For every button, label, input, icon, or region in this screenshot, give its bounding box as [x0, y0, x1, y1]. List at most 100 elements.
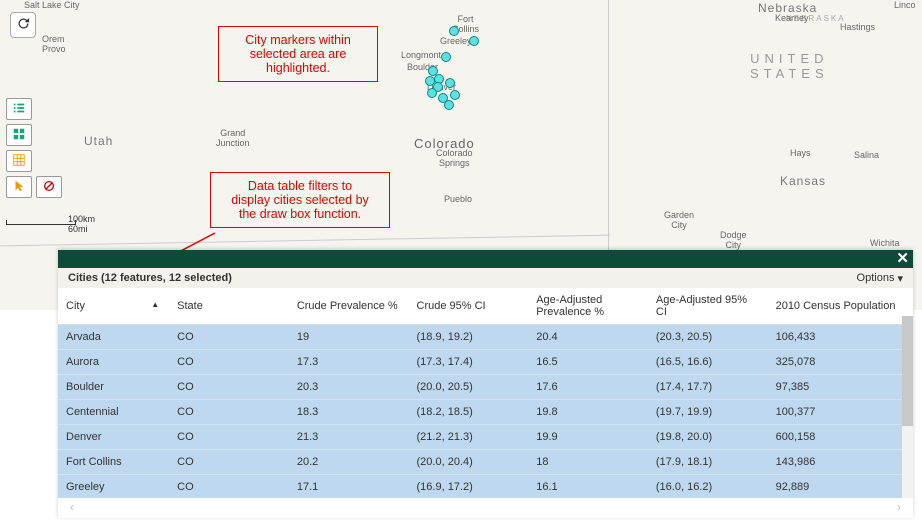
label-pueblo: Pueblo — [444, 194, 472, 204]
close-button[interactable]: ✕ — [896, 250, 909, 268]
label-dodgecity: DodgeCity — [720, 230, 747, 250]
cell-pop: 325,078 — [768, 350, 913, 375]
cell-crude: 21.3 — [289, 425, 409, 450]
cell-adjci: (19.7, 19.9) — [648, 400, 768, 425]
cell-pop: 97,385 — [768, 375, 913, 400]
cell-adj: 16.5 — [528, 350, 648, 375]
table-icon — [12, 153, 26, 170]
callout-markers: City markers within selected area are hi… — [218, 26, 378, 82]
cell-adjci: (16.0, 16.2) — [648, 475, 768, 499]
panel-title: Cities (12 features, 12 selected) — [68, 272, 232, 284]
cell-adjci: (20.3, 20.5) — [648, 325, 768, 350]
cell-adjci: (17.9, 18.1) — [648, 450, 768, 475]
header-crude-label: Crude Prevalence % — [297, 300, 398, 312]
label-gardencity: GardenCity — [664, 210, 694, 230]
cell-city: Arvada — [58, 325, 169, 350]
table-wrapper: City▲ State Crude Prevalence % Crude 95%… — [58, 288, 913, 498]
marker-other2[interactable] — [444, 100, 454, 110]
label-orem: Orem — [42, 34, 65, 44]
label-hastings: Hastings — [840, 22, 875, 32]
marker-aurora[interactable] — [445, 78, 455, 88]
options-menu[interactable]: Options ▾ — [857, 272, 903, 285]
col-header-adjci[interactable]: Age-Adjusted 95% CI — [648, 288, 768, 325]
app-root: Utah Colorado Nebraska Kansas UNITED STA… — [0, 0, 922, 526]
table-row[interactable]: DenverCO21.3(21.2, 21.3)19.9(19.8, 20.0)… — [58, 425, 913, 450]
scroll-left-icon[interactable]: ‹ — [70, 500, 74, 514]
scale-bar: 100km 60mi — [6, 218, 76, 246]
label-saltlake: Salt Lake City — [24, 0, 80, 10]
cell-adjci: (19.8, 20.0) — [648, 425, 768, 450]
label-lincoln: Linco — [894, 0, 916, 10]
cell-crudeci: (20.0, 20.4) — [409, 450, 529, 475]
callout-table: Data table filters to display cities sel… — [210, 172, 390, 228]
scroll-right-icon[interactable]: › — [897, 500, 901, 514]
header-crudeci-label: Crude 95% CI — [417, 300, 486, 312]
grid-button[interactable] — [6, 124, 32, 146]
table-row[interactable]: Fort CollinsCO20.2(20.0, 20.4)18(17.9, 1… — [58, 450, 913, 475]
refresh-button[interactable] — [10, 12, 36, 38]
cell-city: Centennial — [58, 400, 169, 425]
cell-state: CO — [169, 400, 289, 425]
header-adjci-label: Age-Adjusted 95% CI — [656, 294, 747, 318]
scale-km: 100km — [68, 214, 95, 224]
cell-pop: 92,889 — [768, 475, 913, 499]
options-label: Options — [857, 272, 895, 284]
table-row[interactable]: BoulderCO20.3(20.0, 20.5)17.6(17.4, 17.7… — [58, 375, 913, 400]
label-longmont: Longmont — [401, 50, 441, 60]
header-adj-label: Age-Adjusted Prevalence % — [536, 294, 604, 318]
vertical-scrollbar[interactable] — [902, 316, 913, 498]
label-utah: Utah — [84, 134, 113, 148]
cell-crude: 20.2 — [289, 450, 409, 475]
col-header-city[interactable]: City▲ — [58, 288, 169, 325]
header-state-label: State — [177, 300, 203, 312]
cell-city: Greeley — [58, 475, 169, 499]
label-kansas: Kansas — [780, 174, 826, 188]
legend-button[interactable] — [6, 98, 32, 120]
data-table: City▲ State Crude Prevalence % Crude 95%… — [58, 288, 913, 498]
col-header-crude[interactable]: Crude Prevalence % — [289, 288, 409, 325]
cell-crudeci: (16.9, 17.2) — [409, 475, 529, 499]
select-button[interactable] — [6, 176, 32, 198]
marker-other1[interactable] — [450, 90, 460, 100]
cell-crude: 18.3 — [289, 400, 409, 425]
col-header-state[interactable]: State — [169, 288, 289, 325]
cell-pop: 600,158 — [768, 425, 913, 450]
table-button[interactable] — [6, 150, 32, 172]
cell-adj: 17.6 — [528, 375, 648, 400]
header-city-label: City — [66, 300, 85, 312]
col-header-pop[interactable]: 2010 Census Population — [768, 288, 913, 325]
scrollbar-thumb[interactable] — [902, 316, 913, 426]
marker-longmont[interactable] — [441, 52, 451, 62]
road — [0, 235, 610, 247]
cell-adj: 16.1 — [528, 475, 648, 499]
close-icon: ✕ — [896, 250, 909, 267]
marker-greeley[interactable] — [469, 36, 479, 46]
col-header-crudeci[interactable]: Crude 95% CI — [409, 288, 529, 325]
label-provo: Provo — [42, 44, 66, 54]
clear-selection-button[interactable] — [36, 176, 62, 198]
horizontal-scrollbar[interactable]: ‹ › — [58, 498, 913, 516]
data-panel: ✕ Cities (12 features, 12 selected) Opti… — [58, 250, 913, 518]
table-row[interactable]: ArvadaCO19(18.9, 19.2)20.4(20.3, 20.5)10… — [58, 325, 913, 350]
table-row[interactable]: GreeleyCO17.1(16.9, 17.2)16.1(16.0, 16.2… — [58, 475, 913, 499]
cell-crudeci: (21.2, 21.3) — [409, 425, 529, 450]
cell-crudeci: (18.2, 18.5) — [409, 400, 529, 425]
map-toolbar — [6, 98, 62, 198]
marker-lakewood[interactable] — [427, 88, 437, 98]
scale-mi: 60mi — [68, 224, 88, 234]
header-pop-label: 2010 Census Population — [776, 300, 896, 312]
cell-adj: 18 — [528, 450, 648, 475]
cell-pop: 106,433 — [768, 325, 913, 350]
grid-icon — [12, 127, 26, 144]
cell-adjci: (16.5, 16.6) — [648, 350, 768, 375]
cell-crudeci: (18.9, 19.2) — [409, 325, 529, 350]
table-row[interactable]: CentennialCO18.3(18.2, 18.5)19.8(19.7, 1… — [58, 400, 913, 425]
cell-city: Fort Collins — [58, 450, 169, 475]
cell-state: CO — [169, 475, 289, 499]
cell-pop: 143,986 — [768, 450, 913, 475]
marker-fortcollins[interactable] — [449, 26, 459, 36]
label-cosprings: ColoradoSprings — [436, 148, 473, 168]
col-header-adj[interactable]: Age-Adjusted Prevalence % — [528, 288, 648, 325]
table-row[interactable]: AuroraCO17.3(17.3, 17.4)16.5(16.5, 16.6)… — [58, 350, 913, 375]
cell-pop: 100,377 — [768, 400, 913, 425]
